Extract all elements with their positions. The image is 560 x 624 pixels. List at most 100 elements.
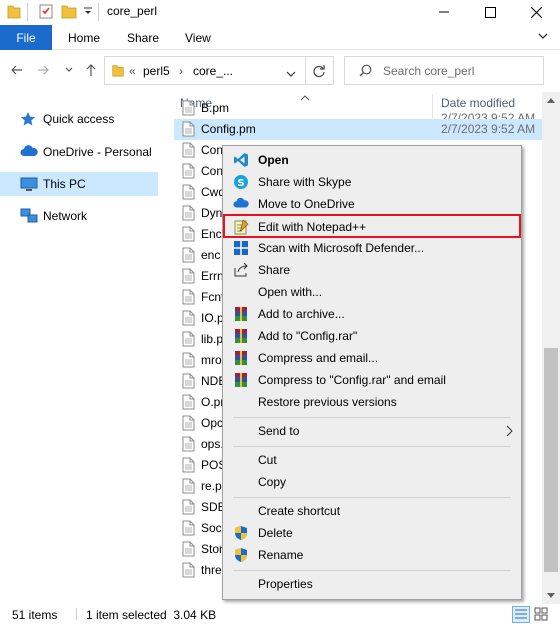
recent-locations-button[interactable]: [59, 60, 79, 80]
vertical-scrollbar[interactable]: [542, 92, 560, 604]
properties-quick-access-icon[interactable]: [38, 3, 54, 21]
expand-ribbon-icon[interactable]: [537, 30, 549, 45]
new-folder-quick-access-icon[interactable]: [61, 3, 77, 21]
menu-item-compress-to-config-rar-and-email[interactable]: Compress to "Config.rar" and email: [225, 369, 519, 391]
file-icon: [182, 436, 195, 455]
ribbon-tabs: File Home Share View: [0, 24, 560, 50]
file-icon: [182, 415, 195, 434]
back-button[interactable]: [7, 60, 27, 80]
file-name: Con: [201, 143, 224, 157]
search-input[interactable]: [383, 62, 533, 80]
forward-button[interactable]: [33, 60, 53, 80]
menu-item-copy[interactable]: Copy: [225, 471, 519, 493]
file-icon: [182, 394, 195, 413]
address-bar[interactable]: « perl5 › core_...: [104, 56, 334, 85]
file-name: Stor: [201, 542, 224, 556]
menu-item-share-with-skype[interactable]: S Share with Skype: [225, 171, 519, 193]
breadcrumb-core-perl[interactable]: core_...: [193, 64, 233, 78]
winrar-icon: [233, 306, 249, 322]
tab-view[interactable]: View: [185, 25, 211, 50]
sidebar-item-label: OneDrive - Personal: [43, 145, 152, 159]
file-icon: [182, 226, 195, 245]
search-icon: [359, 64, 372, 80]
scroll-down-button[interactable]: [542, 587, 560, 604]
chevron-right-icon[interactable]: ›: [179, 64, 183, 78]
star-icon: [20, 111, 38, 127]
breadcrumb-perl5[interactable]: perl5: [143, 64, 170, 78]
scroll-up-button[interactable]: [542, 92, 560, 109]
menu-item-properties[interactable]: Properties: [225, 573, 519, 595]
file-date-modified: 2/7/2023 9:52 AM: [441, 122, 536, 136]
defender-icon: [233, 240, 249, 256]
minimize-button[interactable]: [421, 0, 467, 24]
share-icon: [233, 262, 249, 278]
file-icon: [182, 331, 195, 350]
file-icon: [182, 142, 195, 161]
menu-item-restore-previous-versions[interactable]: Restore previous versions: [225, 391, 519, 413]
file-name: Opc: [201, 416, 224, 430]
file-name: Dyn: [201, 206, 223, 220]
sidebar-item-this-pc[interactable]: This PC: [0, 172, 158, 196]
menu-item-move-to-onedrive[interactable]: Move to OneDrive: [225, 193, 519, 215]
file-icon: [182, 163, 195, 182]
file-name: Config.pm: [201, 122, 256, 136]
file-row[interactable]: B.pm 2/7/2023 9:52 AM: [174, 98, 542, 125]
file-name: re.p: [201, 479, 222, 493]
search-box[interactable]: [344, 56, 544, 85]
file-icon: [182, 562, 195, 581]
menu-item-cut[interactable]: Cut: [225, 449, 519, 471]
menu-item-send-to[interactable]: Send to: [225, 420, 519, 442]
maximize-button[interactable]: [467, 0, 513, 24]
menu-item-add-to-config-rar[interactable]: Add to "Config.rar": [225, 325, 519, 347]
winrar-icon: [233, 350, 249, 366]
menu-item-delete[interactable]: Delete: [225, 522, 519, 544]
customize-quick-access-icon[interactable]: [83, 6, 93, 24]
file-icon: [182, 184, 195, 203]
file-icon: [182, 478, 195, 497]
vscode-icon: [233, 152, 249, 168]
menu-item-scan-with-defender[interactable]: Scan with Microsoft Defender...: [225, 237, 519, 259]
sidebar-item-quick-access[interactable]: Quick access: [0, 107, 158, 131]
tab-file[interactable]: File: [0, 25, 52, 50]
menu-item-create-shortcut[interactable]: Create shortcut: [225, 500, 519, 522]
breadcrumb-overflow[interactable]: «: [129, 64, 136, 78]
file-name: enc: [201, 248, 221, 262]
network-icon: [20, 208, 38, 224]
menu-item-rename[interactable]: Rename: [225, 544, 519, 566]
window-title: core_perl: [107, 4, 158, 18]
refresh-button[interactable]: [305, 57, 332, 84]
menu-item-add-to-archive[interactable]: Add to archive...: [225, 303, 519, 325]
uac-shield-icon: [233, 525, 249, 541]
file-name: Enc: [201, 227, 222, 241]
file-row[interactable]: Config.pm 2/7/2023 9:52 AM: [174, 119, 542, 140]
tab-home[interactable]: Home: [68, 25, 100, 50]
address-dropdown-icon[interactable]: [286, 67, 296, 81]
file-name: ops.: [201, 437, 224, 451]
menu-item-compress-and-email[interactable]: Compress and email...: [225, 347, 519, 369]
sidebar-item-network[interactable]: Network: [0, 204, 158, 228]
menu-item-open[interactable]: Open: [225, 149, 519, 171]
file-name: lib.p: [201, 332, 224, 346]
address-row: « perl5 › core_...: [0, 50, 560, 90]
tab-share[interactable]: Share: [127, 25, 159, 50]
svg-text:S: S: [237, 178, 244, 189]
menu-item-open-with[interactable]: Open with...: [225, 281, 519, 303]
file-name: O.pr: [201, 395, 225, 409]
file-icon: [182, 520, 195, 539]
up-button[interactable]: [81, 60, 101, 80]
cloud-icon: [20, 144, 38, 160]
large-icons-view-button[interactable]: [533, 606, 551, 623]
file-name: Con: [201, 164, 224, 178]
menu-item-edit-with-notepad-plus-plus[interactable]: Edit with Notepad++: [223, 214, 521, 238]
file-icon: [182, 310, 195, 329]
file-icon: [182, 121, 195, 140]
file-name: Fcnt: [201, 290, 225, 304]
close-button[interactable]: [513, 0, 559, 24]
details-view-button[interactable]: [512, 606, 530, 623]
winrar-icon: [233, 328, 249, 344]
file-icon: [182, 541, 195, 560]
scrollbar-thumb[interactable]: [544, 348, 558, 572]
sidebar-item-onedrive[interactable]: OneDrive - Personal: [0, 140, 158, 164]
file-icon: [182, 499, 195, 518]
menu-item-share[interactable]: Share: [225, 259, 519, 281]
